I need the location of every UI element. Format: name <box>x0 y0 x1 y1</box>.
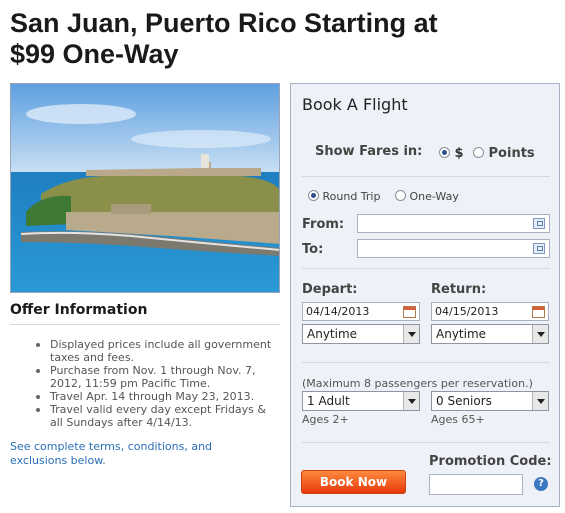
airport-lookup-icon[interactable] <box>533 218 545 229</box>
trip-option-one-way[interactable]: One-Way <box>395 190 459 203</box>
offer-item: Displayed prices include all government … <box>36 338 282 364</box>
headline-line-1: San Juan, Puerto Rico Starting at <box>10 8 438 38</box>
trip-option-round-trip[interactable]: Round Trip <box>308 190 380 203</box>
adults-select[interactable]: 1 Adult <box>302 391 420 411</box>
from-label: From: <box>302 217 345 232</box>
depart-label: Depart: <box>302 282 358 297</box>
depart-date-input[interactable]: 04/14/2013 <box>302 302 420 321</box>
depart-time-select[interactable]: Anytime <box>302 324 420 344</box>
offer-item: Purchase from Nov. 1 through Nov. 7, 201… <box>36 364 282 390</box>
seniors-select[interactable]: 0 Seniors <box>431 391 549 411</box>
chevron-down-icon[interactable] <box>403 325 419 343</box>
radio-selected-icon[interactable] <box>439 147 450 158</box>
fare-option-points-label: Points <box>488 146 535 161</box>
to-input[interactable] <box>357 239 550 258</box>
offer-information-heading: Offer Information <box>10 302 148 318</box>
offer-item: Travel valid every day except Fridays & … <box>36 403 282 429</box>
return-date-value: 04/15/2013 <box>435 305 499 318</box>
adults-value: 1 Adult <box>307 394 350 408</box>
return-label: Return: <box>431 282 487 297</box>
seniors-value: 0 Seniors <box>436 394 492 408</box>
fare-option-dollars[interactable]: $ <box>439 146 464 161</box>
depart-date-value: 04/14/2013 <box>306 305 370 318</box>
terms-conditions-link[interactable]: See complete terms, conditions, and excl… <box>10 440 250 468</box>
calendar-icon[interactable] <box>532 306 545 318</box>
destination-photo <box>10 83 280 293</box>
calendar-icon[interactable] <box>403 306 416 318</box>
from-input[interactable] <box>357 214 550 233</box>
trip-option-one-way-label: One-Way <box>409 190 459 203</box>
fare-option-dollars-label: $ <box>454 146 464 161</box>
book-flight-panel: Book A Flight Show Fares in: $ Points Ro… <box>290 83 560 507</box>
panel-divider <box>302 268 550 269</box>
chevron-down-icon[interactable] <box>532 392 548 410</box>
panel-divider <box>302 362 550 363</box>
book-now-button[interactable]: Book Now <box>301 470 406 494</box>
show-fares-label: Show Fares in: <box>315 144 423 159</box>
max-passengers-note: (Maximum 8 passengers per reservation.) <box>302 377 533 390</box>
seniors-age-label: Ages 65+ <box>431 413 485 426</box>
radio-unselected-icon[interactable] <box>395 190 406 201</box>
return-time-value: Anytime <box>436 327 487 341</box>
promotion-code-label: Promotion Code: <box>429 454 552 469</box>
offer-item: Travel Apr. 14 through May 23, 2013. <box>36 390 282 403</box>
adults-age-label: Ages 2+ <box>302 413 349 426</box>
radio-selected-icon[interactable] <box>308 190 319 201</box>
panel-divider <box>302 442 550 443</box>
radio-unselected-icon[interactable] <box>473 147 484 158</box>
offer-details-list: Displayed prices include all government … <box>36 338 282 429</box>
return-time-select[interactable]: Anytime <box>431 324 549 344</box>
depart-time-value: Anytime <box>307 327 358 341</box>
trip-option-round-trip-label: Round Trip <box>322 190 381 203</box>
headline-line-2: $99 One-Way <box>10 39 179 69</box>
panel-divider <box>302 176 550 177</box>
fare-option-points[interactable]: Points <box>473 146 535 161</box>
chevron-down-icon[interactable] <box>532 325 548 343</box>
promotion-code-input[interactable] <box>429 474 523 495</box>
offer-divider <box>10 324 280 325</box>
help-icon[interactable]: ? <box>534 477 548 491</box>
book-flight-title: Book A Flight <box>302 95 408 114</box>
page-headline: San Juan, Puerto Rico Starting at $99 On… <box>10 8 550 70</box>
airport-lookup-icon[interactable] <box>533 243 545 254</box>
chevron-down-icon[interactable] <box>403 392 419 410</box>
to-label: To: <box>302 242 324 257</box>
return-date-input[interactable]: 04/15/2013 <box>431 302 549 321</box>
